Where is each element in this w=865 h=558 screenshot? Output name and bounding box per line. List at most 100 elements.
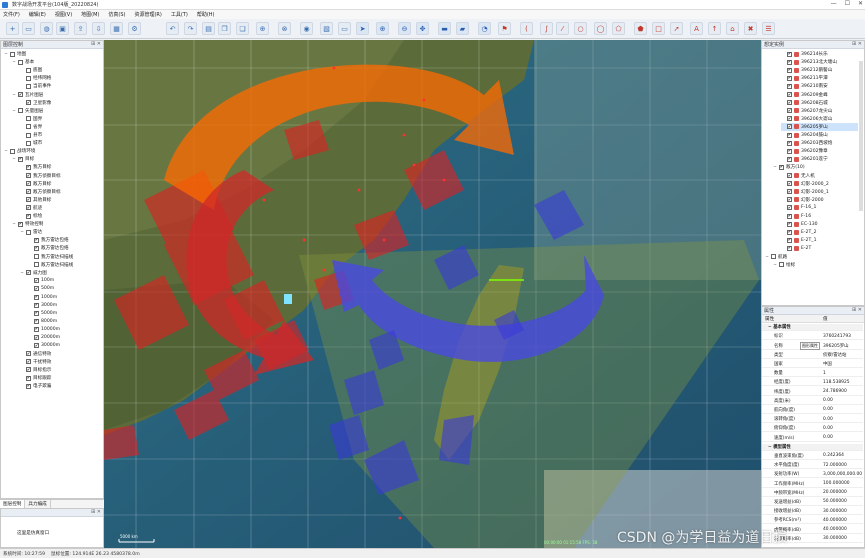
scenario-row[interactable]: 无人机 [781, 172, 815, 180]
expand-toggle-icon[interactable] [20, 182, 24, 186]
grid-icon[interactable]: ▦ [110, 22, 123, 35]
expand-toggle-icon[interactable] [781, 246, 785, 250]
checkbox[interactable] [26, 75, 31, 81]
panel-pin-icon[interactable]: ⊞ ✕ [91, 41, 101, 47]
layer-row[interactable]: 3000m [28, 301, 57, 309]
expand-toggle-icon[interactable] [20, 125, 24, 129]
checkbox[interactable] [779, 262, 784, 268]
measure-icon[interactable]: ◔ [478, 22, 491, 35]
circle-icon[interactable]: ○ [574, 22, 587, 35]
map-canvas[interactable]: 5000 km 00:00:00 01:15:58 FPS: 58 [104, 40, 761, 548]
pentagon-icon[interactable]: ⬟ [634, 22, 647, 35]
expand-toggle-icon[interactable] [781, 52, 785, 56]
layer-row[interactable]: 5000m [28, 309, 57, 317]
property-value[interactable]: 0.242364 [823, 453, 844, 458]
checkbox[interactable] [26, 383, 31, 389]
checkbox[interactable] [787, 221, 792, 227]
globe-icon[interactable]: ◍ [40, 22, 53, 35]
menu-file[interactable]: 文件(F) [3, 11, 20, 18]
checkbox[interactable] [26, 351, 31, 357]
scenario-row[interactable]: E-2T_1 [781, 236, 817, 244]
expand-toggle-icon[interactable] [20, 84, 24, 88]
expand-toggle-icon[interactable] [781, 84, 785, 88]
layer-row[interactable]: 我方侦察目标 [20, 172, 61, 180]
layer-row[interactable]: 我方雷达扫描线 [28, 253, 73, 261]
scenario-row[interactable]: 396203西坡炮 [781, 139, 832, 147]
area-icon[interactable]: ▰ [456, 22, 469, 35]
layer-row[interactable]: 敌方目标 [20, 180, 51, 188]
scenario-row[interactable]: 396209金峰 [781, 91, 828, 99]
checkbox[interactable] [787, 148, 792, 154]
expand-toggle-icon[interactable]: − [12, 92, 16, 97]
expand-toggle-icon[interactable] [781, 149, 785, 153]
checkbox[interactable] [787, 245, 792, 251]
layer-row[interactable]: 20000m [28, 334, 60, 342]
checkbox[interactable] [26, 140, 31, 146]
selected-unit-icon[interactable] [284, 294, 292, 304]
scenario-row[interactable]: 幻影-2000 [781, 196, 824, 204]
tab-force-organization[interactable]: 兵力编成 [25, 500, 51, 508]
page-icon[interactable]: ▤ [202, 22, 215, 35]
scenario-row[interactable]: E-2T [781, 244, 811, 252]
minimize-button[interactable]: — [831, 0, 837, 7]
checkbox[interactable] [26, 189, 31, 195]
layer-row[interactable]: 敌方侦察目标 [20, 188, 61, 196]
checkbox[interactable] [34, 262, 39, 268]
expand-toggle-icon[interactable] [781, 125, 785, 129]
property-value[interactable]: 118.538925 [823, 380, 850, 385]
expand-toggle-icon[interactable] [28, 295, 32, 299]
layer-row[interactable]: − 战场环境 [4, 147, 35, 155]
expand-toggle-icon[interactable] [781, 222, 785, 226]
property-value[interactable]: 侦察/雷达站 [823, 352, 846, 358]
expand-toggle-icon[interactable] [781, 68, 785, 72]
expand-toggle-icon[interactable] [28, 287, 32, 291]
expand-toggle-icon[interactable] [20, 101, 24, 105]
checkbox[interactable] [34, 302, 39, 308]
expand-toggle-icon[interactable] [28, 279, 32, 283]
scenario-row[interactable]: 396202豫章 [781, 147, 828, 155]
expand-toggle-icon[interactable] [20, 133, 24, 137]
layer-row[interactable]: − 目标 [12, 155, 34, 163]
layer-row[interactable]: − 地图 [4, 50, 26, 58]
expand-toggle-icon[interactable] [20, 165, 24, 169]
property-value[interactable]: 0.00 [823, 398, 833, 403]
ellipse-icon[interactable]: ◯ [594, 22, 607, 35]
expand-toggle-icon[interactable]: − [4, 149, 8, 153]
layers-icon[interactable]: ☰ [762, 22, 775, 35]
checkbox[interactable] [787, 181, 792, 187]
layer-row[interactable]: 100m [28, 277, 54, 285]
monitor-icon[interactable]: ▭ [338, 22, 351, 35]
property-value[interactable]: 3760241793 [823, 334, 851, 339]
delete-icon[interactable]: ✖ [744, 22, 757, 35]
undo-icon[interactable]: ↶ [166, 22, 179, 35]
checkbox[interactable] [26, 124, 31, 130]
maximize-button[interactable]: ☐ [845, 0, 850, 7]
scenario-row[interactable]: 396206大嵛山 [781, 115, 832, 123]
checkbox[interactable] [787, 75, 792, 81]
property-value[interactable]: 396205罗山 [823, 343, 849, 349]
layer-row[interactable]: 电子欺骗 [20, 382, 51, 390]
export-icon[interactable]: ⇪ [74, 22, 87, 35]
checkbox[interactable] [787, 229, 792, 235]
checkbox[interactable] [787, 59, 792, 65]
property-value[interactable]: 50.000000 [823, 499, 847, 504]
expand-toggle-icon[interactable] [20, 368, 24, 372]
expand-toggle-icon[interactable] [20, 360, 24, 364]
curve-icon[interactable]: ∫ [540, 22, 553, 35]
scenario-row[interactable]: 396207龙尖山 [781, 107, 832, 115]
ruler-icon[interactable]: ▬ [438, 22, 451, 35]
checkbox[interactable] [10, 51, 15, 57]
crosshair-icon[interactable]: ⊕ [256, 22, 269, 35]
layer-row[interactable]: 我方雷达包络 [28, 236, 69, 244]
checkbox[interactable] [26, 100, 31, 106]
scenario-row[interactable]: 幻影-2000_2 [781, 180, 829, 188]
checkbox[interactable] [18, 92, 23, 97]
property-value[interactable]: 72.000000 [823, 463, 847, 468]
layer-row[interactable]: 底图 [20, 66, 42, 74]
expand-toggle-icon[interactable] [781, 117, 785, 121]
layer-row[interactable]: 当前事件 [20, 82, 51, 90]
import-icon[interactable]: ⇩ [92, 22, 105, 35]
property-group[interactable]: − 模型属性 [762, 443, 863, 451]
arrow-icon[interactable]: ➚ [670, 22, 683, 35]
checkbox[interactable] [26, 367, 31, 373]
